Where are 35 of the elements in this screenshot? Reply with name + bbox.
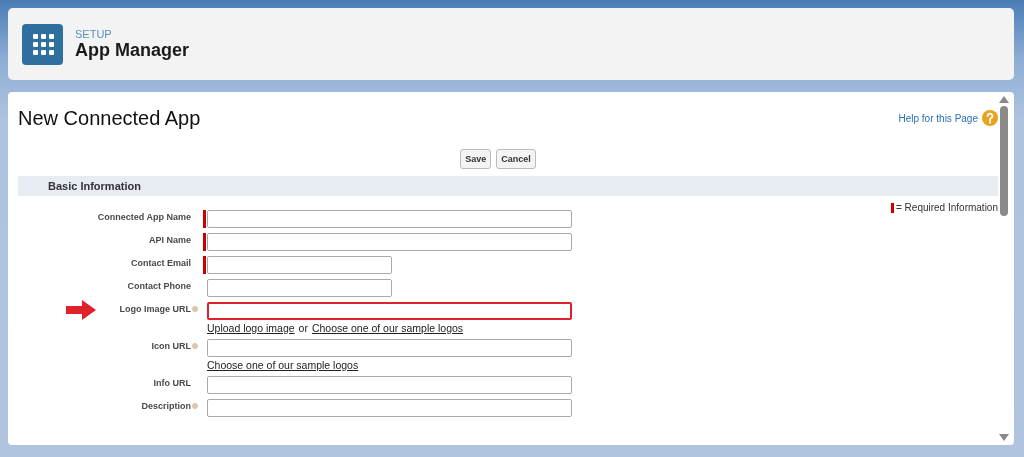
field-label: Contact Email [131, 258, 191, 268]
scroll-down-icon [999, 434, 1009, 441]
text-field[interactable] [207, 256, 392, 274]
header-title: App Manager [75, 39, 189, 61]
field-label: Contact Phone [127, 281, 191, 291]
arrow-icon [66, 300, 96, 320]
text-field[interactable] [207, 302, 572, 320]
field-label: API Name [148, 235, 191, 245]
form-button[interactable]: Save [460, 149, 492, 169]
sample-link[interactable]: Choose one of our sample logos [311, 322, 464, 334]
form-button[interactable]: Cancel [496, 149, 536, 169]
link-separator: or [298, 322, 308, 334]
text-field[interactable] [207, 339, 572, 357]
field-label: Icon URL [151, 341, 191, 351]
help-icon [982, 110, 998, 126]
sample-link[interactable]: Upload logo image [207, 322, 295, 334]
text-field[interactable] [207, 210, 572, 228]
text-field[interactable] [207, 233, 572, 251]
section-header: Basic Information [18, 176, 998, 196]
sample-link[interactable]: Choose one of our sample logos [207, 359, 359, 371]
field-label: Connected App Name [97, 212, 191, 222]
header-eyebrow: SETUP [75, 27, 113, 40]
field-label: Info URL [153, 378, 191, 388]
app-grid-icon [22, 23, 63, 65]
text-field[interactable] [207, 399, 572, 417]
required-legend: = Required Information [896, 202, 998, 213]
help-link[interactable]: Help for this Page [898, 112, 978, 124]
scroll-up-icon [999, 96, 1009, 103]
required-marker-icon [891, 202, 894, 213]
page-title: New Connected App [18, 106, 202, 130]
field-label: Logo Image URL [119, 304, 191, 314]
text-field[interactable] [207, 376, 572, 394]
field-label: Description [141, 401, 191, 411]
scrollbar-thumb[interactable] [1000, 106, 1008, 216]
text-field[interactable] [207, 279, 392, 297]
